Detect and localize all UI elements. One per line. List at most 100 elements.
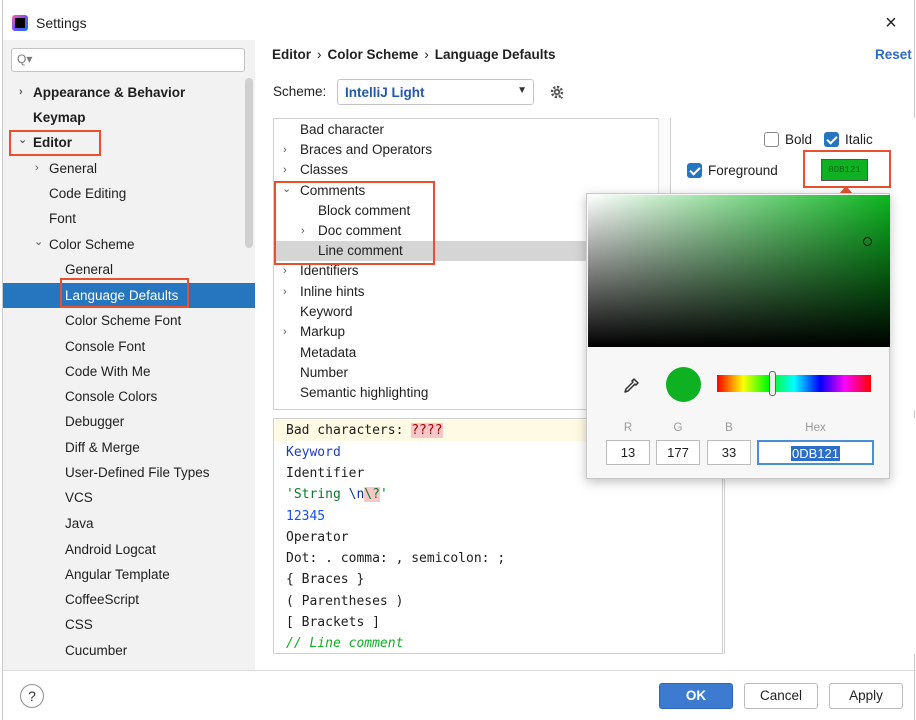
hex-label: Hex xyxy=(805,422,826,434)
tree-row-label: Number xyxy=(300,365,349,380)
chevron-right-icon[interactable]: › xyxy=(19,80,23,105)
hex-input[interactable]: 0DB121 xyxy=(757,440,874,465)
bold-label: Bold xyxy=(785,132,813,147)
tree-row-label: Bad character xyxy=(300,122,385,137)
sidebar-item-label: Angular Template xyxy=(65,567,170,582)
sidebar-item-css[interactable]: CSS xyxy=(65,612,93,637)
sidebar-item-label: User-Defined File Types xyxy=(65,465,210,480)
hex-input-value: 0DB121 xyxy=(791,446,840,461)
sidebar-item-label: CoffeeScript xyxy=(65,592,140,607)
annotation-box-editor xyxy=(9,130,101,156)
sidebar-item-java[interactable]: Java xyxy=(65,511,94,536)
help-button[interactable]: ? xyxy=(20,684,44,708)
sidebar-item-label: Font xyxy=(49,211,77,226)
sidebar-item-color-scheme-font[interactable]: Color Scheme Font xyxy=(65,308,181,333)
g-label: G xyxy=(673,422,683,434)
foreground-label: Foreground xyxy=(708,163,778,178)
breadcrumb-separator: › xyxy=(317,47,322,62)
blue-input[interactable]: 33 xyxy=(707,440,751,465)
preview-text: Bad characters: xyxy=(286,423,412,438)
sidebar-scrollbar[interactable] xyxy=(245,78,253,248)
scheme-select[interactable]: IntelliJ Light ▼ xyxy=(337,79,534,105)
saturation-value-field[interactable] xyxy=(588,195,890,347)
preview-brackets: [ Brackets ] xyxy=(286,615,380,630)
red-input[interactable]: 13 xyxy=(606,440,650,465)
sidebar-item-vcs[interactable]: VCS xyxy=(65,485,93,510)
chevron-right-icon[interactable]: › xyxy=(283,322,287,342)
sidebar-item-code-with-me[interactable]: Code With Me xyxy=(65,359,151,384)
breadcrumb-separator: › xyxy=(424,47,429,62)
sidebar-item-console-colors[interactable]: Console Colors xyxy=(65,384,157,409)
annotation-box-swatch xyxy=(803,150,891,188)
ok-button[interactable]: OK xyxy=(659,683,733,709)
scheme-label: Scheme: xyxy=(273,84,327,99)
sidebar-item-color-scheme[interactable]: ⌄ Color Scheme xyxy=(34,232,135,257)
search-input[interactable]: Q▾ xyxy=(11,48,245,72)
close-icon[interactable]: × xyxy=(880,12,902,34)
sidebar-item-user-defined-file-types[interactable]: User-Defined File Types xyxy=(65,460,210,485)
settings-sidebar: Q▾ › Appearance & Behavior Keymap ⌄ Edit… xyxy=(3,40,255,670)
sidebar-item-code-editing[interactable]: Code Editing xyxy=(49,181,126,206)
sidebar-item-label: Color Scheme Font xyxy=(65,313,182,328)
gear-icon[interactable] xyxy=(549,84,565,100)
r-label: R xyxy=(623,422,633,434)
cancel-button[interactable]: Cancel xyxy=(744,683,818,709)
sidebar-item-debugger[interactable]: Debugger xyxy=(65,409,124,434)
breadcrumb-language-defaults: Language Defaults xyxy=(434,47,556,62)
tree-row-label: Keyword xyxy=(300,304,353,319)
sidebar-item-font[interactable]: Font xyxy=(49,206,76,231)
tree-row-label: Markup xyxy=(300,324,346,339)
reset-link[interactable]: Reset xyxy=(875,47,912,62)
sidebar-item-label: Color Scheme xyxy=(49,237,135,252)
sidebar-item-coffeescript[interactable]: CoffeeScript xyxy=(65,587,139,612)
sidebar-item-keymap[interactable]: Keymap xyxy=(33,105,86,130)
sidebar-item-cucumber[interactable]: Cucumber xyxy=(65,638,127,663)
tree-row-bad-character[interactable]: Bad character xyxy=(274,120,670,140)
chevron-right-icon[interactable]: › xyxy=(35,156,39,181)
chevron-down-icon[interactable]: ⌄ xyxy=(34,230,43,255)
breadcrumb-color-scheme[interactable]: Color Scheme xyxy=(328,47,419,62)
chevron-right-icon[interactable]: › xyxy=(283,282,287,302)
sidebar-item-label: General xyxy=(65,262,114,277)
tree-row-classes[interactable]: › Classes xyxy=(274,160,670,180)
sidebar-item-label: CSS xyxy=(65,617,93,632)
hue-slider-handle[interactable] xyxy=(769,371,776,396)
sidebar-item-label: Code With Me xyxy=(65,364,151,379)
apply-button[interactable]: Apply xyxy=(829,683,903,709)
tree-row-label: Classes xyxy=(300,162,349,177)
b-label: B xyxy=(725,422,733,434)
preview-invalid-escape: \? xyxy=(364,487,380,502)
annotation-box-language-defaults xyxy=(60,278,189,308)
footer-divider xyxy=(3,670,916,671)
tree-row-braces-operators[interactable]: › Braces and Operators xyxy=(274,140,670,160)
eyedropper-icon[interactable] xyxy=(621,376,641,396)
sidebar-item-diff-merge[interactable]: Diff & Merge xyxy=(65,435,140,460)
hue-slider[interactable] xyxy=(717,375,871,392)
sidebar-item-android-logcat[interactable]: Android Logcat xyxy=(65,537,156,562)
scheme-select-value: IntelliJ Light xyxy=(345,85,425,100)
sidebar-item-appearance-behavior[interactable]: › Appearance & Behavior xyxy=(19,80,186,105)
foreground-checkbox[interactable] xyxy=(687,163,702,178)
italic-checkbox[interactable] xyxy=(824,132,839,147)
preview-number: 12345 xyxy=(286,509,326,524)
italic-label: Italic xyxy=(845,132,873,147)
tree-row-label: Braces and Operators xyxy=(300,142,433,157)
sidebar-item-label: VCS xyxy=(65,490,93,505)
chevron-right-icon[interactable]: › xyxy=(283,160,287,180)
preview-escape: \n xyxy=(348,487,365,502)
green-input[interactable]: 177 xyxy=(656,440,700,465)
sidebar-item-general[interactable]: › General xyxy=(35,156,97,181)
sidebar-item-console-font[interactable]: Console Font xyxy=(65,334,145,359)
preview-line-comment: // Line comment xyxy=(286,636,404,651)
sidebar-item-angular-template[interactable]: Angular Template xyxy=(65,562,170,587)
color-cursor[interactable] xyxy=(863,237,872,246)
breadcrumb-editor[interactable]: Editor xyxy=(272,47,311,62)
bold-checkbox[interactable] xyxy=(764,132,779,147)
chevron-right-icon[interactable]: › xyxy=(283,140,287,160)
sidebar-item-label: Debugger xyxy=(65,414,125,429)
sidebar-item-label: Appearance & Behavior xyxy=(33,85,186,100)
color-picker-popup: R G B Hex 13 177 33 0DB121 xyxy=(586,193,890,479)
preview-string: 'String \n\?' xyxy=(286,484,388,505)
sidebar-item-label: Code Editing xyxy=(49,186,127,201)
sidebar-item-label: Cucumber xyxy=(65,643,128,658)
